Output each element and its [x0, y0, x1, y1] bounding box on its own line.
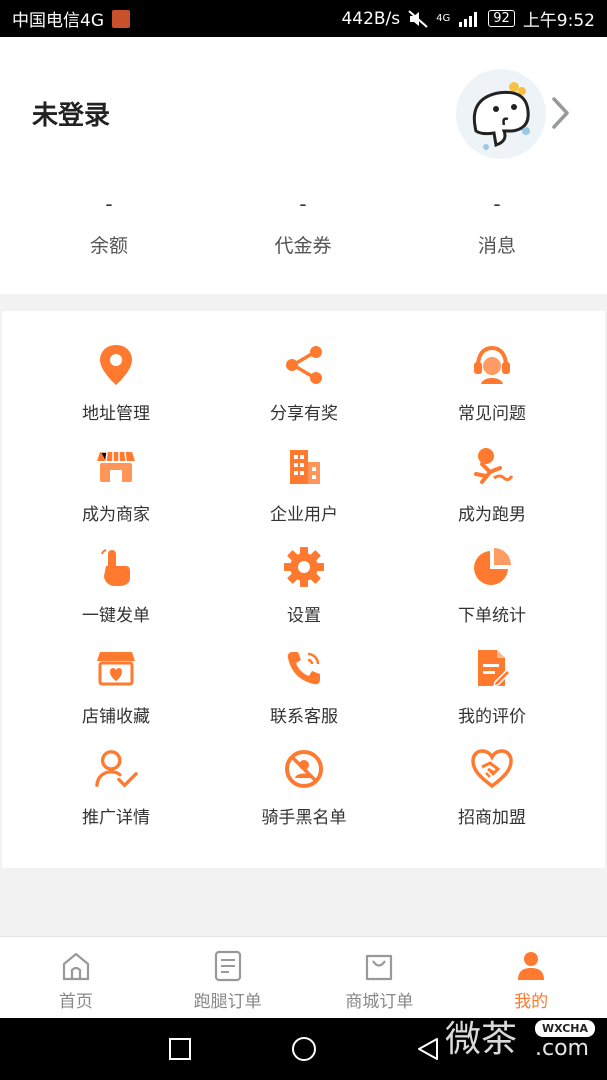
watermark-badge: WXCHA — [535, 1020, 596, 1037]
avatar[interactable] — [456, 69, 546, 159]
order-list-icon — [211, 949, 245, 983]
menu-item-enterprise[interactable]: 企业用户 — [210, 444, 398, 545]
menu-item-label: 我的评价 — [458, 707, 526, 727]
menu-item-become-merchant[interactable]: 成为商家 — [22, 444, 210, 545]
back-icon[interactable] — [413, 1034, 443, 1064]
menu-item-franchise[interactable]: 招商加盟 — [398, 747, 586, 848]
carrier-label: 中国电信4G — [12, 11, 104, 31]
tab-label: 我的 — [514, 992, 549, 1012]
menu-item-faq[interactable]: 常见问题 — [398, 343, 586, 444]
handshake-icon — [470, 747, 514, 791]
menu-card: 地址管理 分享有奖 常见问题 成为商家 企业用户 成为跑男 一键发单 设置 下单… — [2, 311, 605, 868]
home-icon — [59, 949, 93, 983]
watermark-text: 微茶 — [445, 1019, 518, 1060]
document-edit-icon — [470, 646, 514, 690]
profile-section[interactable]: 未登录 - 余额 - 代金券 - 消息 — [0, 37, 607, 294]
pie-chart-icon — [470, 545, 514, 589]
clock: 上午9:52 — [522, 11, 595, 31]
bottom-tab-bar: 首页 跑腿订单 商城订单 我的 — [0, 936, 607, 1018]
stat-label: 代金券 — [274, 235, 332, 257]
mute-icon — [408, 9, 428, 28]
stat-balance[interactable]: - 余额 — [12, 187, 206, 258]
network-speed: 442B/s — [341, 8, 401, 29]
menu-item-rider-blacklist[interactable]: 骑手黑名单 — [210, 747, 398, 848]
menu-item-settings[interactable]: 设置 — [210, 545, 398, 646]
menu-item-label: 骑手黑名单 — [261, 808, 347, 828]
menu-item-label: 地址管理 — [82, 404, 150, 424]
menu-item-order-stats[interactable]: 下单统计 — [398, 545, 586, 646]
shopping-bag-icon — [362, 949, 396, 983]
account-stats: - 余额 - 代金券 - 消息 — [0, 187, 607, 258]
menu-item-quick-order[interactable]: 一键发单 — [22, 545, 210, 646]
avatar-illustration-icon — [472, 82, 530, 150]
menu-item-label: 招商加盟 — [458, 808, 526, 828]
home-button-icon[interactable] — [289, 1034, 319, 1064]
runner-icon — [470, 444, 514, 488]
sim-icon — [112, 9, 130, 28]
network-type: 4G — [436, 13, 451, 24]
tab-label: 跑腿订单 — [193, 992, 262, 1012]
menu-item-label: 成为跑男 — [458, 505, 526, 525]
tab-label: 商城订单 — [345, 992, 414, 1012]
menu-item-label: 一键发单 — [82, 606, 150, 626]
menu-item-become-runner[interactable]: 成为跑男 — [398, 444, 586, 545]
storefront-icon — [94, 444, 138, 488]
signal-icon — [459, 11, 478, 27]
tab-label: 首页 — [58, 992, 93, 1012]
tab-mine[interactable]: 我的 — [455, 937, 607, 1018]
recent-apps-icon[interactable] — [165, 1034, 195, 1064]
stat-coupons[interactable]: - 代金券 — [206, 187, 400, 258]
watermark-suffix: .com — [535, 1036, 589, 1061]
stat-value: - — [105, 192, 113, 216]
menu-item-label: 企业用户 — [270, 505, 338, 525]
blocked-user-icon — [282, 747, 326, 791]
menu-item-label: 成为商家 — [82, 505, 150, 525]
person-icon — [514, 949, 548, 983]
gear-icon — [282, 545, 326, 589]
stat-label: 消息 — [477, 235, 516, 257]
phone-icon — [282, 646, 326, 690]
menu-item-label: 设置 — [287, 606, 321, 626]
menu-item-my-reviews[interactable]: 我的评价 — [398, 646, 586, 747]
customer-service-icon — [470, 343, 514, 387]
menu-item-label: 常见问题 — [458, 404, 526, 424]
menu-item-promotion-details[interactable]: 推广详情 — [22, 747, 210, 848]
user-check-icon — [94, 747, 138, 791]
menu-item-contact-service[interactable]: 联系客服 — [210, 646, 398, 747]
stat-messages[interactable]: - 消息 — [400, 187, 594, 258]
battery-indicator: 92 — [488, 10, 515, 27]
chevron-right-icon[interactable] — [545, 93, 575, 133]
tab-mall-orders[interactable]: 商城订单 — [304, 937, 456, 1018]
stat-label: 余额 — [89, 235, 128, 257]
store-heart-icon — [94, 646, 138, 690]
menu-item-store-favorites[interactable]: 店铺收藏 — [22, 646, 210, 747]
menu-item-label: 推广详情 — [82, 808, 150, 828]
share-icon — [282, 343, 326, 387]
menu-item-address[interactable]: 地址管理 — [22, 343, 210, 444]
tap-hand-icon — [94, 545, 138, 589]
building-icon — [282, 444, 326, 488]
tab-errand-orders[interactable]: 跑腿订单 — [152, 937, 304, 1018]
status-bar: 中国电信4G 442B/s 4G 92 上午9:52 — [0, 0, 607, 37]
menu-item-label: 下单统计 — [458, 606, 526, 626]
login-status[interactable]: 未登录 — [32, 95, 110, 132]
location-pin-icon — [94, 343, 138, 387]
menu-item-label: 联系客服 — [270, 707, 338, 727]
menu-item-label: 分享有奖 — [270, 404, 338, 424]
stat-value: - — [299, 192, 307, 216]
tab-home[interactable]: 首页 — [0, 937, 152, 1018]
stat-value: - — [493, 192, 501, 216]
menu-item-share[interactable]: 分享有奖 — [210, 343, 398, 444]
menu-grid: 地址管理 分享有奖 常见问题 成为商家 企业用户 成为跑男 一键发单 设置 下单… — [22, 343, 585, 848]
menu-item-label: 店铺收藏 — [82, 707, 150, 727]
